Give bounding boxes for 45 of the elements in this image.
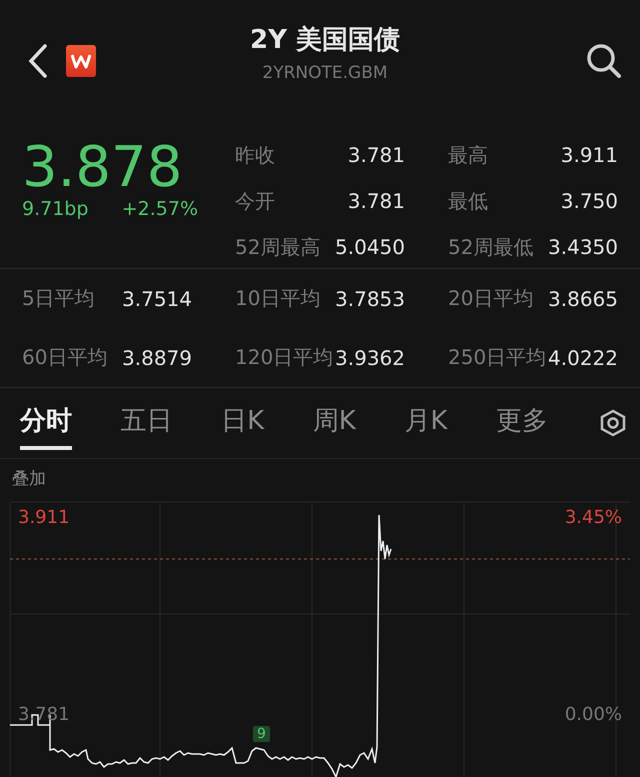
stat-value: 3.781 — [348, 143, 405, 167]
event-marker: 9 — [253, 726, 270, 742]
change-value: 9.71bp — [22, 198, 88, 220]
average-label: 60日平均 — [22, 344, 108, 371]
stat-label: 最高 — [448, 142, 488, 168]
stat-value: 3.911 — [560, 143, 618, 167]
period-tab[interactable]: 五日 — [120, 396, 173, 450]
average-value: 3.9362 — [335, 346, 405, 370]
stat-label: 昨收 — [235, 142, 275, 168]
stat-label: 最低 — [448, 188, 488, 214]
average-label: 250日平均 — [448, 344, 546, 371]
axis-high-percent: 3.45% — [564, 507, 622, 528]
period-tab[interactable]: 更多 — [496, 396, 548, 450]
stat-value: 5.0450 — [335, 235, 405, 259]
average-label: 5日平均 — [22, 285, 95, 312]
average-value: 3.8665 — [548, 286, 618, 310]
stat-label: 52周最高 — [235, 234, 320, 260]
average-value: 3.8879 — [122, 346, 192, 370]
header-title: 2Y 美国国债 — [250, 24, 400, 56]
period-tab[interactable]: 分时 — [20, 396, 72, 450]
average-value: 3.7853 — [335, 286, 405, 310]
axis-high-value: 3.911 — [18, 507, 70, 528]
axis-base-value: 3.781 — [18, 704, 70, 725]
current-price: 3.878 — [22, 138, 184, 198]
average-value: 3.7514 — [122, 286, 192, 310]
stat-label: 52周最低 — [448, 234, 534, 260]
overlay-label[interactable]: 叠加 — [12, 469, 46, 489]
average-value: 4.0222 — [548, 346, 618, 370]
change-percent: +2.57% — [122, 198, 198, 220]
period-tab[interactable]: 日K — [221, 396, 264, 450]
search-icon[interactable] — [586, 43, 622, 79]
period-tab[interactable]: 月K — [404, 396, 448, 450]
app-logo-icon — [66, 45, 96, 77]
stat-value: 3.750 — [560, 189, 618, 213]
axis-base-percent: 0.00% — [564, 704, 622, 725]
stat-value: 3.4350 — [548, 235, 618, 259]
symbol-code: 2YRNOTE.GBM — [262, 62, 388, 82]
average-label: 20日平均 — [448, 285, 534, 312]
settings-icon[interactable] — [600, 409, 626, 437]
back-icon[interactable] — [28, 44, 48, 78]
stat-label: 今开 — [235, 188, 275, 214]
average-label: 120日平均 — [235, 344, 334, 371]
stat-value: 3.781 — [348, 189, 405, 213]
average-label: 10日平均 — [235, 285, 320, 312]
period-tab[interactable]: 周K — [312, 396, 356, 450]
